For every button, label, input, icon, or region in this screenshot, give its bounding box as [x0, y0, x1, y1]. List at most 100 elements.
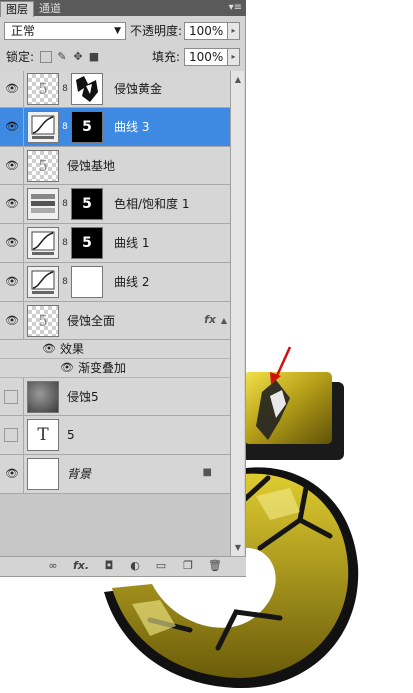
hue-saturation-adjustment-icon [27, 188, 59, 220]
eye-icon[interactable]: 👁 [3, 82, 21, 96]
divider [23, 302, 24, 339]
layer-row[interactable]: 侵蚀5 [0, 378, 230, 416]
chevron-down-icon: ▼ [114, 26, 121, 36]
visibility-toggle[interactable] [4, 390, 18, 404]
layer-list-scrollbar[interactable]: ▲ ▼ [230, 71, 244, 556]
curves-adjustment-icon [27, 266, 59, 298]
thumb-five-text: 5 [38, 80, 48, 98]
chain-link-icon[interactable]: 8 [61, 275, 69, 289]
layer-mask-thumbnail [71, 73, 103, 105]
layers-panel: 图层 通道 ▾≡ 正常 ▼ 不透明度: 100% ▸ 锁定: ✎ ✥ ■ 填充:… [0, 0, 246, 577]
layer-name: 侵蚀5 [67, 390, 99, 404]
layer-row[interactable]: 👁 5 8 侵蚀黄金 [0, 71, 230, 108]
layer-row[interactable]: 👁 8 5 曲线 1 [0, 224, 230, 263]
effect-item-row[interactable]: 👁 渐变叠加 [0, 359, 230, 378]
layer-mask-thumbnail: 5 [71, 111, 103, 143]
thumb-five-text: 5 [38, 157, 48, 175]
layer-thumbnail: 5 [27, 305, 59, 337]
eye-icon[interactable]: 👁 [3, 120, 21, 134]
lock-transparency-icon[interactable] [40, 51, 52, 63]
layer-row[interactable]: T 5 [0, 416, 230, 455]
divider [23, 224, 24, 262]
fill-slider-button[interactable]: ▸ [227, 48, 240, 66]
lock-label: 锁定: [6, 50, 35, 64]
eye-icon[interactable]: 👁 [3, 197, 21, 211]
divider [23, 416, 24, 454]
layer-thumbnail: 5 [27, 73, 59, 105]
visibility-toggle[interactable] [4, 428, 18, 442]
lock-icon: ■ [202, 467, 212, 478]
layer-row[interactable]: 👁 8 曲线 2 [0, 263, 230, 302]
fx-icon[interactable]: fx. [73, 559, 89, 573]
layer-row[interactable]: 👁 5 侵蚀全面 fx ▲ [0, 302, 230, 340]
thumb-five-text: 5 [82, 119, 92, 135]
lock-pixels-brush-icon[interactable]: ✎ [56, 51, 68, 63]
collapse-effects-icon[interactable]: ▲ [221, 316, 227, 325]
chain-link-icon[interactable]: 8 [61, 120, 69, 134]
new-layer-icon[interactable]: ❐ [180, 559, 196, 573]
layer-name: 曲线 2 [114, 275, 150, 289]
fill-input[interactable]: 100% [184, 48, 228, 66]
scroll-up-icon[interactable]: ▲ [232, 73, 244, 86]
layer-thumbnail [27, 381, 59, 413]
layer-name: 曲线 3 [114, 120, 150, 134]
group-icon[interactable]: ▭ [153, 559, 169, 573]
eye-icon[interactable]: 👁 [3, 159, 21, 173]
adjustment-icon[interactable]: ◐ [127, 559, 143, 573]
layer-mask-thumbnail [71, 266, 103, 298]
thumb-five-text: 5 [82, 235, 92, 251]
panel-tab-bar: 图层 通道 ▾≡ [0, 0, 246, 17]
lock-row: 锁定: ✎ ✥ ■ 填充: 100% ▸ [0, 45, 246, 69]
eye-icon[interactable]: 👁 [3, 236, 21, 250]
divider [23, 185, 24, 223]
chain-link-icon[interactable]: 8 [61, 236, 69, 250]
opacity-slider-button[interactable]: ▸ [227, 22, 240, 40]
mask-icon[interactable]: ◘ [101, 559, 117, 573]
layer-name: 侵蚀基地 [67, 159, 116, 173]
chain-link-icon[interactable]: 8 [61, 197, 69, 211]
scroll-down-icon[interactable]: ▼ [232, 541, 244, 554]
layer-name: 5 [67, 428, 75, 442]
divider [23, 455, 24, 493]
tab-layers[interactable]: 图层 [0, 1, 34, 17]
text-layer-icon: T [27, 419, 59, 451]
divider [23, 71, 24, 107]
divider [23, 263, 24, 301]
fx-icon[interactable]: fx [204, 313, 216, 326]
lock-all-icon[interactable]: ■ [88, 51, 100, 63]
layer-thumbnail: 5 [27, 150, 59, 182]
layer-name: 侵蚀黄金 [114, 82, 163, 96]
eye-icon[interactable]: 👁 [58, 361, 76, 375]
layer-thumbnail [27, 458, 59, 490]
opacity-label: 不透明度: [130, 24, 183, 38]
opacity-input[interactable]: 100% [184, 22, 228, 40]
blend-mode-value: 正常 [11, 24, 36, 38]
layer-row[interactable]: 👁 8 5 色相/饱和度 1 [0, 185, 230, 224]
delete-icon[interactable]: 🗑 [207, 559, 223, 573]
panel-menu-icon[interactable]: ▾≡ [229, 1, 242, 15]
eye-icon[interactable]: 👁 [40, 342, 58, 356]
curves-adjustment-icon [27, 111, 59, 143]
lock-position-icon[interactable]: ✥ [72, 51, 84, 63]
layer-mask-thumbnail: 5 [71, 188, 103, 220]
layer-row[interactable]: 👁 背景 ■ [0, 455, 230, 494]
eye-icon[interactable]: 👁 [3, 467, 21, 481]
layer-name: 曲线 1 [114, 236, 150, 250]
layer-row[interactable]: 👁 5 侵蚀基地 [0, 147, 230, 185]
curves-adjustment-icon [27, 227, 59, 259]
eye-icon[interactable]: 👁 [3, 314, 21, 328]
layer-mask-thumbnail: 5 [71, 227, 103, 259]
link-layers-icon[interactable]: ∞ [45, 559, 61, 573]
blend-mode-select[interactable]: 正常 ▼ [4, 22, 126, 40]
effects-row[interactable]: 👁 效果 [0, 340, 230, 359]
layer-name: 侵蚀全面 [67, 314, 116, 328]
type-t-glyph: T [37, 425, 49, 445]
five-top-bar [238, 372, 344, 460]
tab-channels[interactable]: 通道 [34, 1, 66, 16]
chain-link-icon[interactable]: 8 [61, 82, 69, 96]
layer-list: 👁 5 8 侵蚀黄金 👁 8 5 曲线 3 👁 5 侵蚀基地 👁 8 5 色相/… [0, 71, 230, 556]
eye-icon[interactable]: 👁 [3, 275, 21, 289]
divider [23, 108, 24, 146]
layer-row-selected[interactable]: 👁 8 5 曲线 3 [0, 108, 230, 147]
effect-name: 渐变叠加 [78, 361, 127, 375]
